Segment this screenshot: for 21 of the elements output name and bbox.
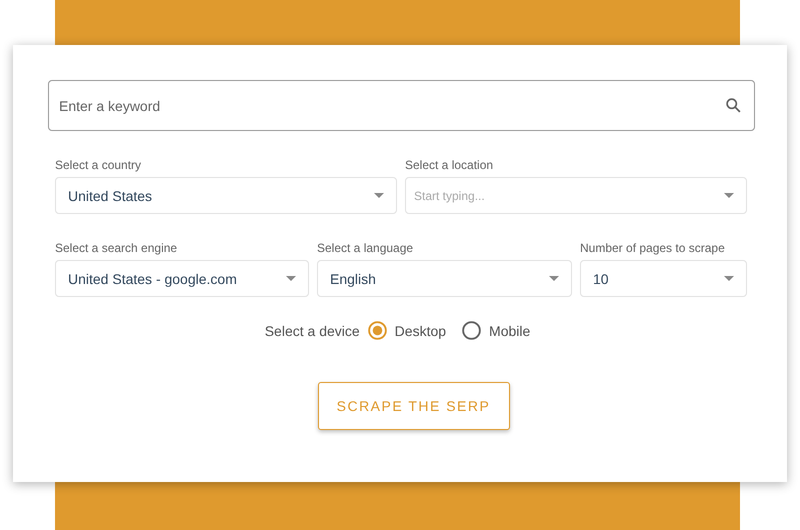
dropdown-caret-icon: [374, 193, 384, 198]
radio-button[interactable]: [368, 321, 387, 340]
dropdown-select[interactable]: United States: [55, 177, 397, 214]
field-label: Number of pages to scrape: [580, 241, 726, 255]
dropdown-caret-icon: [549, 276, 559, 281]
dropdown-select[interactable]: 10: [580, 260, 747, 297]
keyword-search-field[interactable]: Enter a keyword: [48, 80, 755, 131]
dropdown-caret-icon: [724, 276, 734, 281]
dropdown-caret-icon: [724, 193, 734, 198]
field-label: Select a country: [55, 158, 142, 172]
radio-label[interactable]: Desktop: [394, 322, 446, 338]
dropdown-select[interactable]: English: [317, 260, 572, 297]
field-label: Select a search engine: [55, 241, 178, 255]
dropdown-caret-icon: [286, 276, 296, 281]
dropdown-select[interactable]: United States - google.com: [55, 260, 309, 297]
radio-label[interactable]: Mobile: [489, 322, 530, 338]
device-label: Select a device: [264, 322, 360, 338]
radio-button[interactable]: [462, 321, 482, 340]
field-label: Select a location: [405, 158, 494, 172]
field-label: Select a language: [317, 241, 414, 255]
search-icon: [725, 97, 742, 114]
